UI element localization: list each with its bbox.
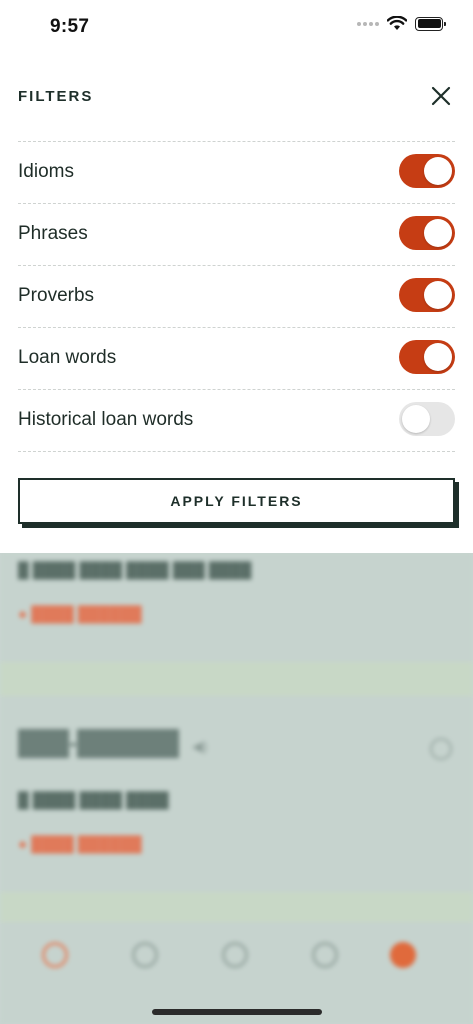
status-icons (357, 16, 446, 31)
wifi-icon (387, 16, 407, 30)
phrases-toggle[interactable] (399, 216, 455, 250)
background-content: █ ████ ████ ████ ███ ████ ● ████ ██████ … (0, 552, 473, 1024)
background-favourite-icon (430, 738, 452, 760)
filter-label: Loan words (18, 347, 117, 368)
home-indicator (152, 1009, 322, 1015)
filter-label: Idioms (18, 161, 74, 182)
divider (18, 451, 455, 452)
filter-label: Proverbs (18, 285, 95, 306)
battery-icon (415, 16, 446, 31)
background-chat-tab-icon (222, 942, 248, 968)
historical-loan-words-toggle[interactable] (399, 402, 455, 436)
background-show-example-2: ● ████ ██████ (18, 836, 142, 853)
close-button[interactable] (429, 84, 453, 108)
filter-row-phrases[interactable]: Phrases (0, 203, 473, 265)
page-title: FILTERS (18, 88, 94, 105)
filters-sheet: 9:57 FILTERS Idioms Phrases Proverbs Loa… (0, 0, 473, 553)
background-show-example: ● ████ ██████ (18, 606, 142, 623)
apply-filters-wrapper: APPLY FILTERS (18, 478, 459, 528)
apply-filters-button[interactable]: APPLY FILTERS (18, 478, 455, 524)
signal-icon (357, 21, 379, 26)
filter-row-idioms[interactable]: Idioms (0, 141, 473, 203)
proverbs-toggle[interactable] (399, 278, 455, 312)
filters-header: FILTERS (0, 70, 473, 124)
background-definition-text-2: █ ████ ████ ████ (18, 792, 169, 809)
background-definition-text: █ ████ ████ ████ ███ ████ (18, 562, 252, 579)
filter-row-historical-loan-words[interactable]: Historical loan words (0, 389, 473, 451)
filter-label: Phrases (18, 223, 88, 244)
background-search-tab-icon (42, 942, 68, 968)
filter-row-loan-words[interactable]: Loan words (0, 327, 473, 389)
close-icon (431, 86, 451, 106)
background-headword: ███-██████ (18, 730, 180, 757)
background-band (0, 662, 473, 696)
background-profile-tab-icon (390, 942, 416, 968)
loan-words-toggle[interactable] (399, 340, 455, 374)
filter-row-proverbs[interactable]: Proverbs (0, 265, 473, 327)
background-speaker-icon: ◀) (192, 738, 208, 754)
background-band-2 (0, 892, 473, 922)
filter-label: Historical loan words (18, 409, 194, 430)
status-time: 9:57 (50, 16, 90, 37)
background-star-tab-icon (132, 942, 158, 968)
idioms-toggle[interactable] (399, 154, 455, 188)
background-clock-tab-icon (312, 942, 338, 968)
status-bar: 9:57 (0, 0, 473, 54)
